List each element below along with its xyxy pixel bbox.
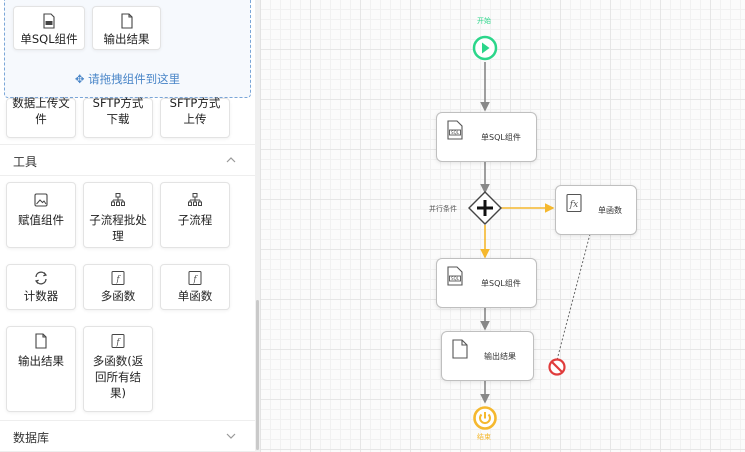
dropped-card-sql[interactable]: 单SQL组件 <box>13 6 85 50</box>
no-entry-icon[interactable] <box>548 358 566 376</box>
section-title: 数据库 <box>13 431 50 445</box>
sql-file-icon: SQL <box>447 266 463 286</box>
start-label: 开始 <box>477 17 491 25</box>
scrollbar-thumb[interactable] <box>256 300 259 450</box>
sql-file-icon: SQL <box>447 120 463 140</box>
node-label: 单SQL组件 <box>481 279 521 288</box>
function-icon: fx <box>566 193 582 213</box>
end-label: 结束 <box>477 433 491 441</box>
end-event[interactable] <box>472 405 498 431</box>
component-card-counter[interactable]: 计数器 <box>6 264 76 310</box>
component-card-output-result[interactable]: 输出结果 <box>6 326 76 412</box>
chevron-up-icon[interactable] <box>225 154 237 166</box>
parallel-gateway[interactable] <box>468 191 502 225</box>
flow-canvas[interactable]: 开始 SQL 单SQL组件 并行条件 fx 单函数 SQL 单SQL组件 输出结… <box>261 0 745 452</box>
svg-text:f: f <box>193 275 199 284</box>
drop-hint: ✥ 请拖拽组件到这里 <box>74 72 181 86</box>
gateway-label: 并行条件 <box>429 205 457 213</box>
function-icon: f <box>111 271 125 285</box>
svg-text:fx: fx <box>569 200 578 210</box>
section-header-database[interactable]: 数据库 <box>0 420 255 452</box>
section-header-tools[interactable]: 工具 <box>0 144 255 176</box>
card-label: 输出结果 <box>103 32 150 46</box>
card-label: 单SQL组件 <box>20 32 78 46</box>
component-card-multi-function[interactable]: f 多函数 <box>83 264 153 310</box>
svg-text:f: f <box>116 275 122 284</box>
component-card-subflow[interactable]: 子流程 <box>160 182 230 248</box>
svg-text:SQL: SQL <box>451 130 460 135</box>
component-card-upload-file[interactable]: 数据上传文 件 <box>6 96 76 138</box>
component-card-assign[interactable]: 赋值组件 <box>6 182 76 248</box>
node-label: 输出结果 <box>484 352 516 361</box>
image-icon <box>34 193 48 207</box>
flow-node-output[interactable]: 输出结果 <box>441 331 534 381</box>
hierarchy-icon <box>111 193 125 206</box>
sql-file-icon <box>43 13 55 29</box>
file-icon <box>452 339 468 359</box>
chevron-down-icon[interactable] <box>225 430 237 442</box>
flow-edges <box>480 62 591 404</box>
svg-text:SQL: SQL <box>451 276 460 281</box>
flow-node-sql-2[interactable]: SQL 单SQL组件 <box>436 258 537 308</box>
node-label: 单SQL组件 <box>481 133 521 142</box>
edge-function-dashed[interactable] <box>556 233 591 361</box>
function-icon: f <box>111 334 125 348</box>
component-card-sftp-download[interactable]: SFTP方式 下载 <box>83 96 153 138</box>
file-icon <box>35 333 47 349</box>
component-card-sftp-upload[interactable]: SFTP方式 上传 <box>160 96 230 138</box>
hierarchy-icon <box>188 193 202 206</box>
component-card-single-function[interactable]: f 单函数 <box>160 264 230 310</box>
component-card-multi-function-all[interactable]: f 多函数(返 回所有结 果) <box>83 326 153 412</box>
component-card-subflow-batch[interactable]: 子流程批处 理 <box>83 182 153 248</box>
section-title: 工具 <box>13 155 38 169</box>
component-palette: 单SQL组件 输出结果 ✥ 请拖拽组件到这里 数据上传文 件 SFTP方式 下载… <box>0 0 255 452</box>
svg-text:f: f <box>116 338 122 347</box>
start-event[interactable] <box>472 35 498 61</box>
flow-node-sql-1[interactable]: SQL 单SQL组件 <box>436 112 537 162</box>
refresh-icon <box>34 271 48 285</box>
drop-zone[interactable]: 单SQL组件 输出结果 ✥ 请拖拽组件到这里 <box>4 0 251 98</box>
file-icon <box>120 13 133 29</box>
node-label: 单函数 <box>598 206 622 215</box>
flow-node-function[interactable]: fx 单函数 <box>555 185 637 235</box>
function-icon: f <box>188 271 202 285</box>
dropped-card-output[interactable]: 输出结果 <box>92 6 161 50</box>
